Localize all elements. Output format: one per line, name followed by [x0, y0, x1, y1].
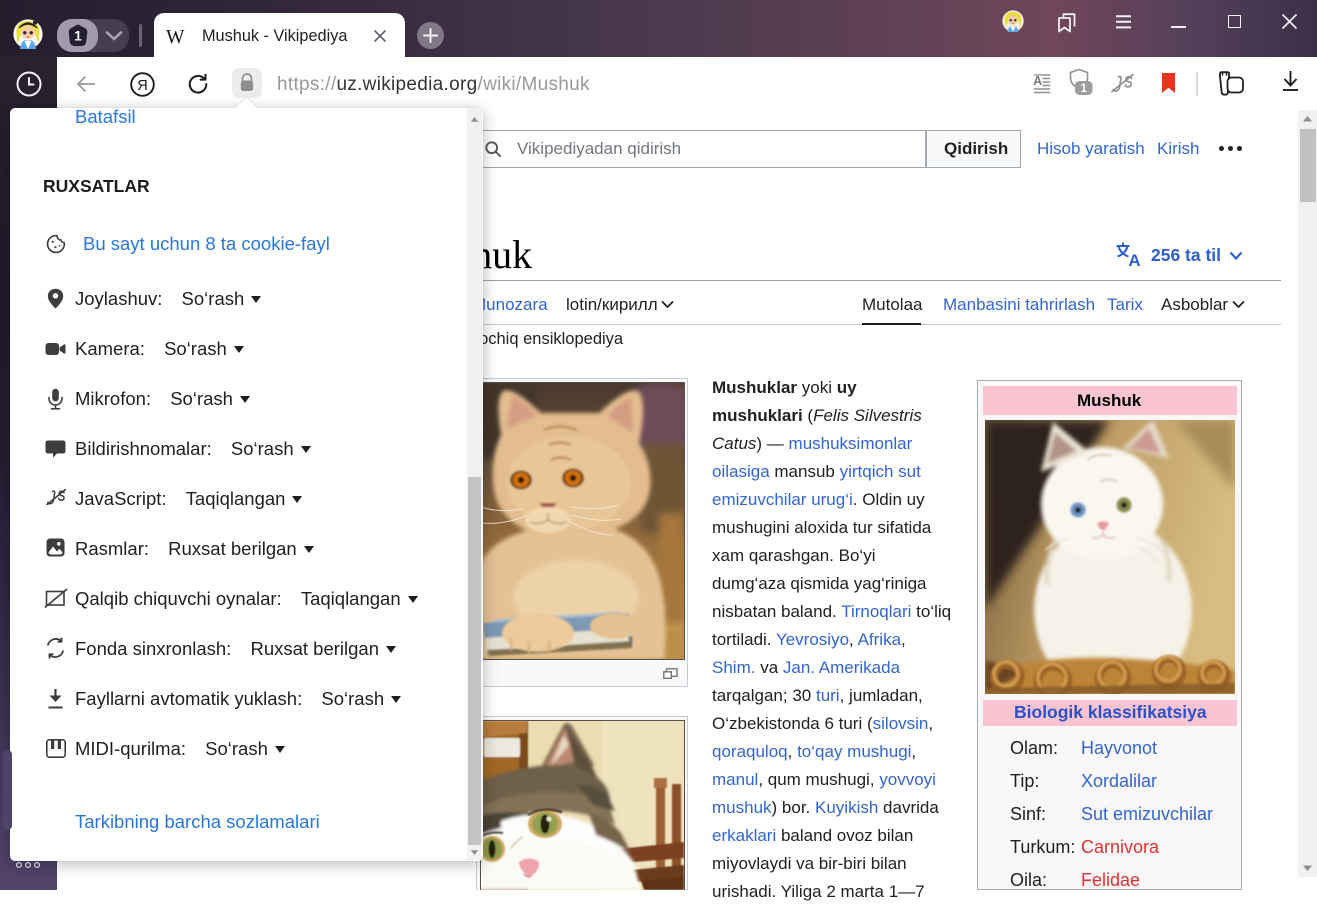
svg-text:1: 1 [74, 29, 82, 44]
svg-text:A: A [1128, 251, 1140, 268]
svg-text:Я: Я [137, 78, 147, 94]
svg-text:A: A [1033, 74, 1042, 88]
svg-text:1: 1 [1080, 83, 1087, 95]
